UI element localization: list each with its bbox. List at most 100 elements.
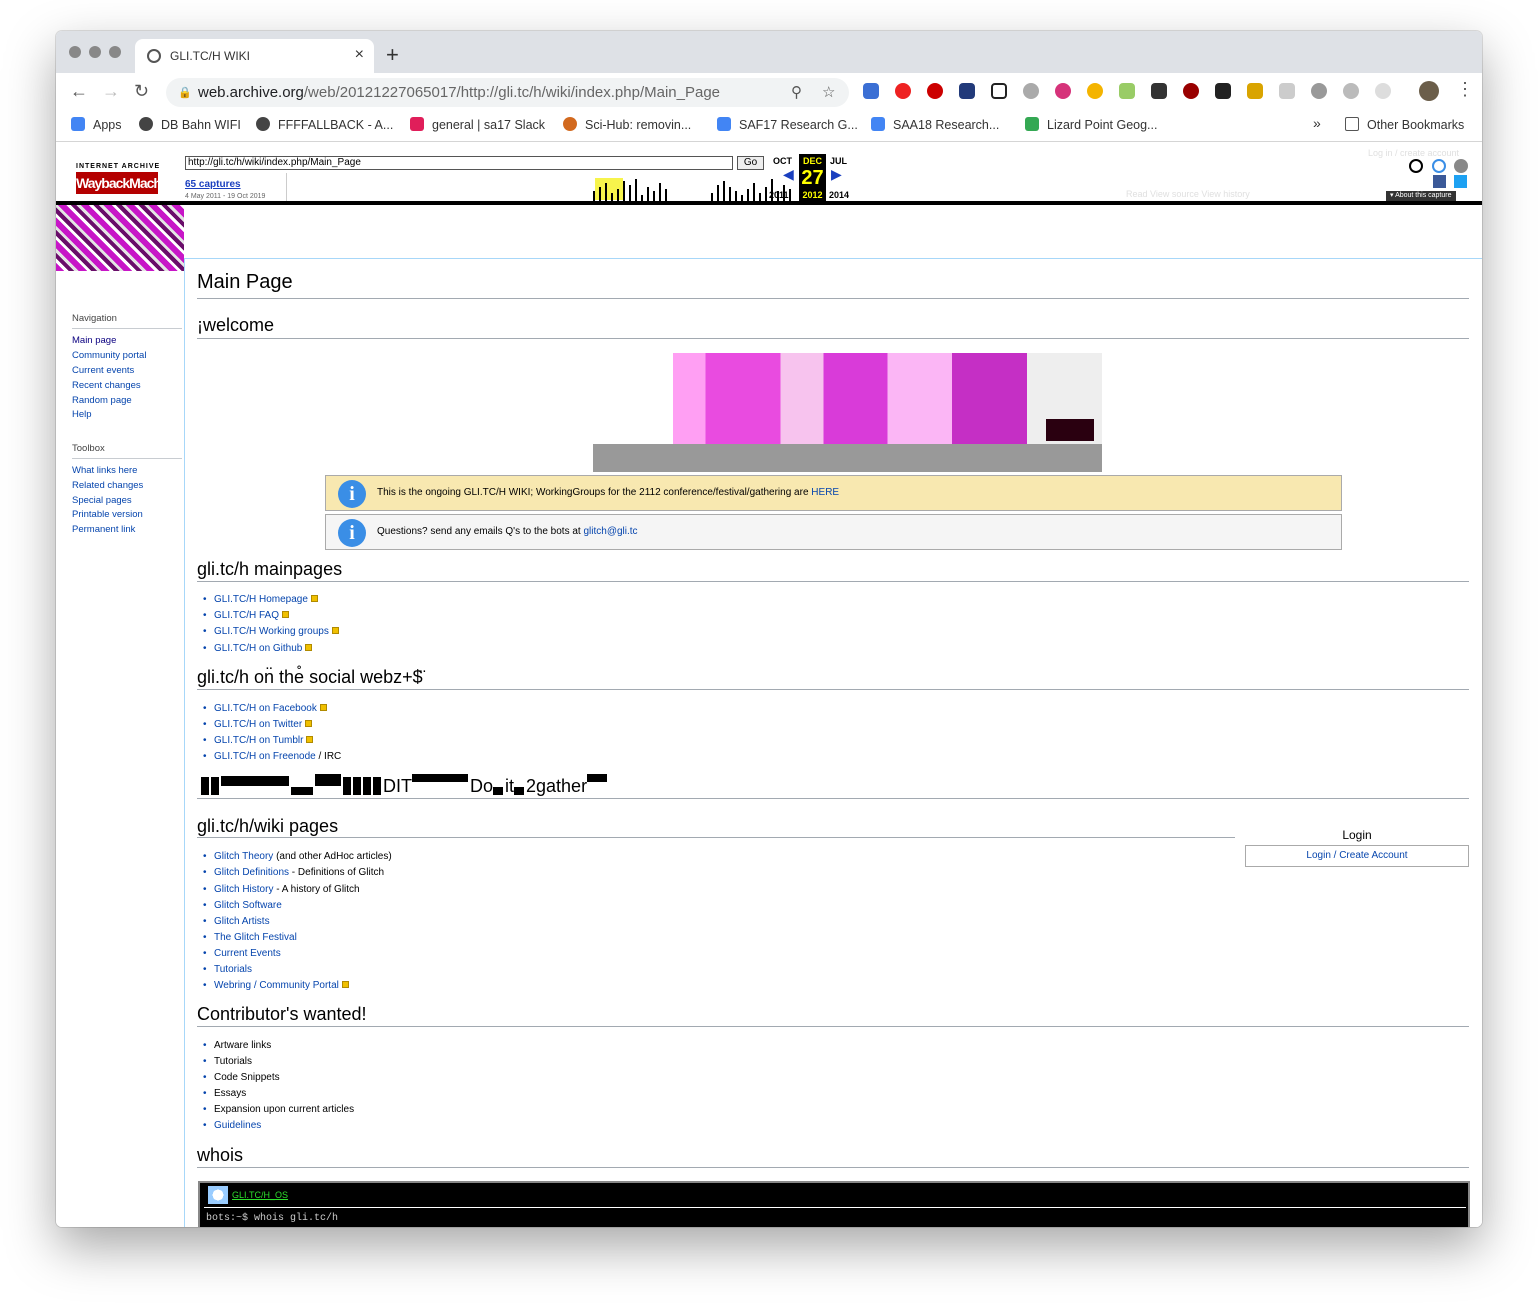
bookmarks-overflow-button[interactable]: » — [1313, 115, 1321, 131]
bookmark-scihub[interactable]: Sci-Hub: removin... — [563, 117, 691, 132]
bookmark-lizard-point[interactable]: Lizard Point Geog... — [1025, 117, 1157, 132]
faint-login-link[interactable]: Log in / create account — [1368, 148, 1459, 158]
sidebar-item-special-pages[interactable]: Special pages — [72, 495, 132, 506]
list-item[interactable]: GLI.TC/H on Freenode / IRC — [203, 751, 341, 762]
mask-icon[interactable] — [1151, 83, 1167, 99]
list-item[interactable]: Glitch Artists — [203, 916, 269, 927]
list-item[interactable]: Glitch Definitions - Definitions of Glit… — [203, 867, 384, 878]
sparkline-bar — [789, 189, 791, 201]
wayback-captures-link[interactable]: 65 captures — [185, 179, 241, 190]
d-icon[interactable] — [1215, 83, 1231, 99]
list-item[interactable]: GLI.TC/H FAQ — [203, 610, 290, 621]
list-item[interactable]: GLI.TC/H Working groups — [203, 626, 339, 637]
wayback-go-button[interactable]: Go — [737, 156, 764, 170]
tab-active[interactable]: GLI.TC/H WIKI × — [135, 39, 374, 73]
cloud-icon[interactable] — [959, 83, 975, 99]
bookmark-slack[interactable]: general | sa17 Slack — [410, 117, 545, 132]
lock-icon — [331, 627, 339, 634]
sidebar-item-related-changes[interactable]: Related changes — [72, 480, 143, 491]
bookmark-star-icon[interactable]: ☆ — [822, 83, 835, 101]
maximize-window-button[interactable] — [109, 46, 121, 58]
divider — [197, 581, 1469, 582]
sidebar-item-what-links-here[interactable]: What links here — [72, 465, 137, 476]
avatar[interactable] — [1419, 81, 1439, 101]
sidebar-item-recent-changes[interactable]: Recent changes — [72, 380, 141, 391]
extension-icon[interactable] — [863, 83, 879, 99]
sidebar-item-current-events[interactable]: Current events — [72, 365, 134, 376]
list-item[interactable]: Glitch Theory (and other AdHoc articles) — [203, 851, 392, 862]
close-toolbar-icon[interactable] — [1454, 159, 1468, 173]
list-item[interactable]: GLI.TC/H on Github — [203, 643, 313, 654]
shield-icon[interactable] — [1279, 83, 1295, 99]
new-tab-button[interactable]: + — [386, 42, 399, 68]
wayback-next-arrow[interactable]: ▶ — [831, 166, 842, 183]
sidebar-item-help[interactable]: Help — [72, 409, 92, 420]
close-window-button[interactable] — [69, 46, 81, 58]
sidebar-item-main-page[interactable]: Main page — [72, 335, 116, 346]
sidebar-item-printable-version[interactable]: Printable version — [72, 509, 143, 520]
facebook-icon[interactable] — [1433, 175, 1446, 188]
wayback-year-next[interactable]: 2014 — [829, 190, 849, 200]
other-bookmarks[interactable]: Other Bookmarks — [1345, 117, 1464, 132]
adblock-icon[interactable] — [895, 83, 911, 99]
list-item[interactable]: Glitch History - A history of Glitch — [203, 884, 360, 895]
wayback-month-prev[interactable]: OCT — [773, 156, 792, 166]
wiki-logo[interactable] — [56, 205, 184, 271]
here-link[interactable]: HERE — [811, 487, 839, 498]
faint-page-tabs[interactable]: Read View source View history — [1126, 189, 1250, 199]
login-create-account-button[interactable]: Login / Create Account — [1245, 845, 1469, 867]
cube-icon[interactable] — [991, 83, 1007, 99]
reload-button[interactable]: ↻ — [134, 81, 149, 102]
list-item[interactable]: The Glitch Festival — [203, 932, 297, 943]
ublock-icon[interactable] — [1183, 83, 1199, 99]
list-item[interactable]: GLI.TC/H on Twitter — [203, 719, 313, 730]
wayback-logo[interactable]: INTERNET ARCHIVE WaybackMachine — [68, 145, 179, 201]
notes-icon[interactable] — [1119, 83, 1135, 99]
compass-icon[interactable] — [1343, 83, 1359, 99]
list-item[interactable]: GLI.TC/H on Facebook — [203, 703, 327, 714]
list-item[interactable]: Webring / Community Portal — [203, 980, 349, 991]
help-icon[interactable] — [1432, 159, 1446, 173]
divider — [197, 837, 1235, 838]
chrome-icon[interactable] — [1087, 83, 1103, 99]
circle-icon[interactable] — [1375, 83, 1391, 99]
whois-terminal[interactable]: GLI.TC/H_OS bots:~$ whois gli.tc/h — [198, 1181, 1470, 1227]
about-capture-button[interactable]: ▾ About this capture — [1386, 191, 1456, 201]
twitter-icon[interactable] — [1454, 175, 1467, 188]
wayback-sparkline[interactable] — [286, 173, 791, 201]
wayback-url-input[interactable]: http://gli.tc/h/wiki/index.php/Main_Page — [185, 156, 733, 170]
tab-strip: GLI.TC/H WIKI × + — [56, 31, 1482, 73]
menu-icon[interactable]: ⋮ — [1456, 79, 1474, 100]
address-bar[interactable]: 🔒 web.archive.org/web/20121227065017/htt… — [166, 78, 849, 107]
list-item[interactable]: Glitch Software — [203, 900, 282, 911]
list-item[interactable]: Tutorials — [203, 964, 252, 975]
bookmark-apps[interactable]: Apps — [71, 117, 122, 132]
sidebar-item-community-portal[interactable]: Community portal — [72, 350, 146, 361]
abp-icon[interactable] — [927, 83, 943, 99]
drop-icon[interactable] — [1311, 83, 1327, 99]
email-link[interactable]: glitch@gli.tc — [583, 526, 637, 537]
wayback-year-prev[interactable]: 2011 — [769, 190, 789, 200]
wayback-month-next[interactable]: JUL — [830, 156, 847, 166]
list-item[interactable]: GLI.TC/H Homepage — [203, 594, 318, 605]
sidebar-item-random-page[interactable]: Random page — [72, 395, 132, 406]
list-item[interactable]: GLI.TC/H on Tumblr — [203, 735, 314, 746]
account-icon[interactable] — [1409, 159, 1423, 173]
wayback-prev-arrow[interactable]: ◀ — [783, 166, 794, 183]
bookmark-db-bahn[interactable]: DB Bahn WIFI — [139, 117, 241, 132]
pencil-icon[interactable] — [1247, 83, 1263, 99]
mendeley-icon[interactable] — [1055, 83, 1071, 99]
zoom-icon[interactable]: ⚲ — [791, 83, 802, 101]
bookmark-ffffallback[interactable]: FFFFALLBACK - A... — [256, 117, 393, 132]
folder-icon — [1345, 117, 1359, 131]
list-item[interactable]: Guidelines — [203, 1120, 261, 1131]
globe-extension-icon[interactable] — [1023, 83, 1039, 99]
forward-button[interactable]: → — [102, 81, 120, 102]
tab-close-icon[interactable]: × — [355, 46, 364, 64]
bookmark-saf17[interactable]: SAF17 Research G... — [717, 117, 858, 132]
minimize-window-button[interactable] — [89, 46, 101, 58]
bookmark-saa18[interactable]: SAA18 Research... — [871, 117, 999, 132]
sidebar-item-permanent-link[interactable]: Permanent link — [72, 524, 135, 535]
back-button[interactable]: ← — [70, 81, 88, 102]
list-item[interactable]: Current Events — [203, 948, 281, 959]
